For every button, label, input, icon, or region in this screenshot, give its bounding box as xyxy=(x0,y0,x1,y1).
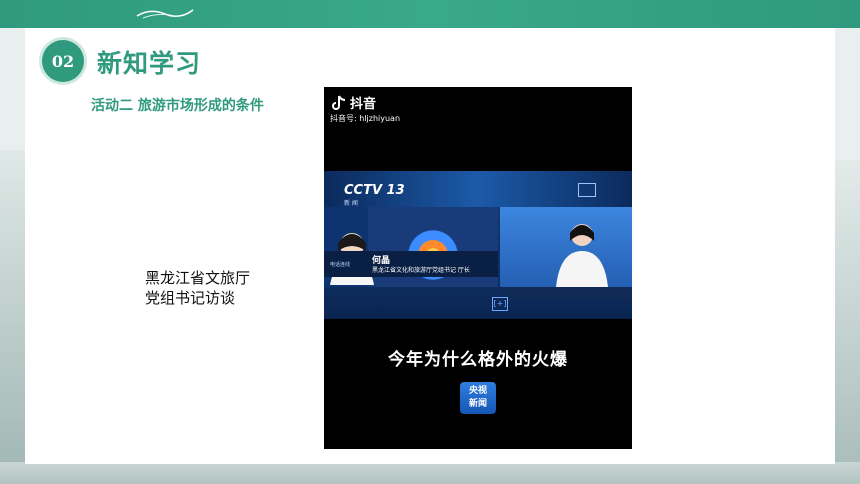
channel-sub: 新 闻 xyxy=(344,200,358,207)
account-id: 抖音号: hljzhiyuan xyxy=(330,114,401,123)
douyin-logo-icon xyxy=(332,95,346,110)
douyin-watermark: 抖音 xyxy=(332,93,376,112)
news-anchor xyxy=(556,224,608,287)
video-description: 黑龙江省文旅厅 党组书记访谈 xyxy=(145,268,250,308)
app-name: 抖音 xyxy=(350,97,377,112)
video-player[interactable]: 抖音 抖音号: hljzhiyuan CCTV 13 新 闻 电话连线 何晶 黑… xyxy=(324,87,632,449)
decorative-ornament-icon xyxy=(136,9,194,19)
video-subtitle: 今年为什么格外的火爆 xyxy=(388,350,568,370)
description-line-2: 党组书记访谈 xyxy=(145,289,236,307)
landscape-bottom xyxy=(0,462,860,484)
section-number-badge: 02 xyxy=(42,40,84,82)
description-line-1: 黑龙江省文旅厅 xyxy=(145,269,251,287)
anchor-desk xyxy=(500,287,632,301)
activity-heading: 活动二 旅游市场形成的条件 xyxy=(91,98,264,114)
studio-screen xyxy=(500,207,632,287)
phone-link-tag: 电话连线 xyxy=(330,262,351,268)
channel-mark: [+] xyxy=(492,297,508,311)
section-title: 新知学习 xyxy=(97,49,202,78)
channel-logo: CCTV 13 xyxy=(344,183,405,198)
top-banner xyxy=(0,0,860,28)
cctv-news-badge: 央视 新闻 xyxy=(460,382,496,414)
corner-frame-icon xyxy=(578,183,596,197)
guest-title: 黑龙江省文化和旅游厅党组书记 厅长 xyxy=(372,267,470,274)
badge-line-2: 新闻 xyxy=(468,399,487,409)
news-broadcast-frame: CCTV 13 新 闻 电话连线 何晶 黑龙江省文化和旅游厅党组书记 厅长 [+… xyxy=(324,171,632,319)
badge-line-1: 央视 xyxy=(468,386,487,396)
